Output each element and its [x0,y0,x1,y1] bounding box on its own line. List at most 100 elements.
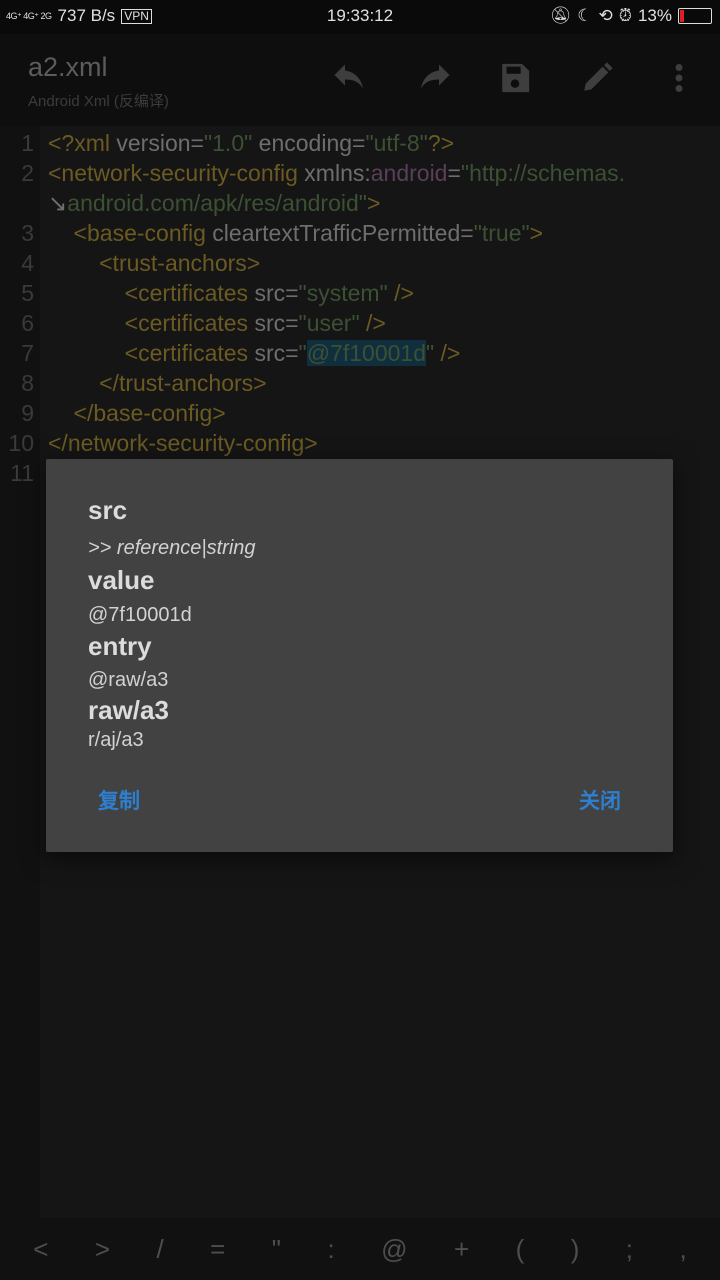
code-token: src= [254,280,299,306]
code-token: <certificates [48,340,255,366]
code-token: /> [359,310,386,336]
code-token: android.com/apk/res/android" [67,190,367,216]
code-token: > [366,190,381,216]
code-token: encoding= [252,130,366,156]
line-number: 10 [8,430,34,456]
line-number: 6 [21,310,34,336]
code-token: ?> [427,130,455,156]
line-number: 8 [21,370,34,396]
code-token: <network-security-config [48,160,305,186]
line-number: 3 [21,220,34,246]
code-line[interactable]: 4 <trust-anchors> [0,248,720,278]
code-token: "utf-8" [365,130,428,156]
symbol-key[interactable]: ( [516,1234,525,1265]
code-line[interactable]: 10 </network-security-config> [0,428,720,458]
symbol-key[interactable]: ; [626,1234,633,1265]
rotation-lock-icon: ⟲ [598,6,613,25]
code-line[interactable]: 1 <?xml version="1.0" encoding="utf-8"?> [0,128,720,158]
code-token: <trust-anchors> [48,250,261,276]
code-token: src= [254,310,299,336]
code-token: src= [254,340,299,366]
code-text: </trust-anchors> [48,368,267,398]
symbol-key[interactable]: ) [571,1234,580,1265]
resource-label: raw/a3 [88,695,169,725]
save-icon [502,63,530,93]
code-token: ↘ [48,190,68,216]
code-token: "user" [298,310,360,336]
line-number: 1 [21,130,34,156]
code-token: </network-security-config> [48,430,318,456]
code-text: <base-config cleartextTrafficPermitted="… [48,218,544,248]
code-token: <certificates [48,310,255,336]
value-text: @7f10001d [88,604,192,626]
code-token: cleartextTrafficPermitted= [212,220,474,246]
code-text: <network-security-config xmlns:android="… [48,158,625,188]
code-line[interactable]: 9 </base-config> [0,398,720,428]
copy-button[interactable]: 复制 [98,785,140,815]
more-options-button[interactable] [659,58,699,98]
code-token: "1.0" [203,130,253,156]
code-token: </base-config> [48,400,226,426]
symbol-key[interactable]: @ [381,1234,407,1265]
symbol-key[interactable]: : [327,1234,334,1265]
code-token: version= [116,130,204,156]
code-text: </network-security-config> [48,428,318,458]
line-number: 11 [10,460,34,486]
code-token: = [447,160,461,186]
symbol-key[interactable]: > [95,1234,110,1265]
edit-button[interactable] [577,58,617,98]
code-line[interactable]: 2 <network-security-config xmlns:android=… [0,158,720,188]
code-token: /> [387,280,414,306]
code-text: <?xml version="1.0" encoding="utf-8"?> [48,128,454,158]
more-vert-icon [675,64,683,92]
file-subtitle: Android Xml (反编译) [28,93,169,110]
attribute-name: src [88,495,128,525]
code-line[interactable]: ↘android.com/apk/res/android"> [0,188,720,218]
status-bar: 4G⁺ 4G⁺ 2G 737 B/s VPN 19:33:12 🔕︎ ☾ ⟲ ⏰︎ 13% [0,0,720,34]
code-token: "true" [473,220,530,246]
code-token: "system" [298,280,388,306]
code-text: <trust-anchors> [48,248,260,278]
code-token: xmlns: [304,160,371,186]
save-button[interactable] [495,58,535,98]
line-number: 7 [21,340,34,366]
line-number: 5 [21,280,34,306]
value-label: value [88,565,155,595]
code-token: " [298,340,307,366]
attribute-type: >> reference|string [88,537,256,559]
symbol-key[interactable]: < [33,1234,48,1265]
symbol-key[interactable]: , [679,1234,686,1265]
symbol-key[interactable]: = [210,1234,225,1265]
code-text: <certificates src="@7f10001d" /> [48,338,460,368]
mute-icon: 🔕︎ [549,6,572,25]
symbol-bar: < > / = ": @ + ();, [0,1218,720,1280]
code-token: android [370,160,448,186]
redo-button[interactable] [413,58,453,98]
file-title: a2.xml [28,52,108,82]
entry-label: entry [88,631,152,661]
app-bar: a2.xml Android Xml (反编译) [0,34,720,126]
line-number: 2 [21,160,34,186]
code-text: <certificates src="user" /> [48,308,386,338]
undo-icon [334,64,363,89]
code-token: "http://schemas. [460,160,626,186]
symbol-key[interactable]: " [272,1234,281,1265]
moon-icon: ☾ [577,6,593,25]
code-text: </base-config> [48,398,226,428]
code-token: > [529,220,544,246]
code-line[interactable]: 7 <certificates src="@7f10001d" /> [0,338,720,368]
code-token: <?xml [48,130,117,156]
battery-icon [678,8,712,24]
code-line[interactable]: 5 <certificates src="system" /> [0,278,720,308]
symbol-key[interactable]: / [156,1234,163,1265]
symbol-key[interactable]: + [454,1234,469,1265]
undo-button[interactable] [331,58,371,98]
code-line[interactable]: 3 <base-config cleartextTrafficPermitted… [0,218,720,248]
code-text: ↘android.com/apk/res/android"> [48,188,380,218]
code-line[interactable]: 8 </trust-anchors> [0,368,720,398]
code-token: </trust-anchors> [48,370,267,396]
line-number: 9 [21,400,34,426]
close-button[interactable]: 关闭 [579,785,621,815]
code-line[interactable]: 6 <certificates src="user" /> [0,308,720,338]
code-token: <base-config [48,220,213,246]
